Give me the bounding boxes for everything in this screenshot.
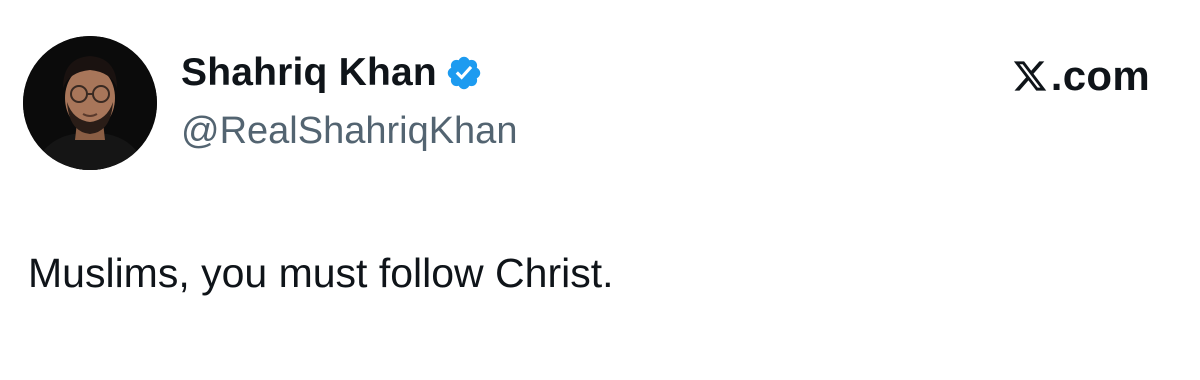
author-handle[interactable]: @RealShahriqKhan: [181, 108, 517, 154]
author-display-name[interactable]: Shahriq Khan: [181, 48, 437, 98]
avatar[interactable]: [23, 36, 157, 170]
avatar-image: [23, 36, 157, 170]
x-logo-icon: [1013, 61, 1047, 91]
author-name-row: Shahriq Khan: [181, 48, 483, 98]
verified-badge-icon: [447, 56, 481, 90]
tweet-card: Shahriq Khan @RealShahriqKhan .com Musli…: [0, 0, 1200, 380]
x-com-text: .com: [1050, 52, 1150, 99]
tweet-text: Muslims, you must follow Christ.: [28, 250, 614, 296]
x-com-logo: .com: [1012, 50, 1150, 102]
